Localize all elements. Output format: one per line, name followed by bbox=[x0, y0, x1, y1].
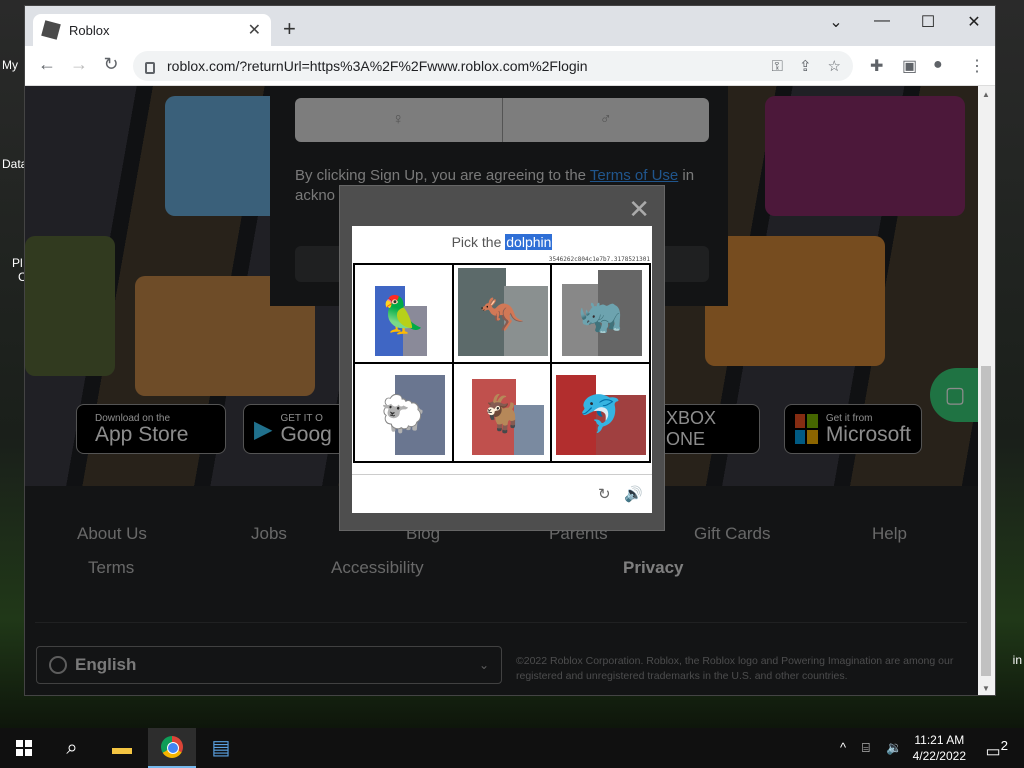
sheep-icon: 🐑 bbox=[380, 393, 426, 435]
captcha-hash: 3546262c804c1e7b7.3178521301 bbox=[548, 256, 650, 263]
address-bar[interactable]: roblox.com/?returnUrl=https%3A%2F%2Fwww.… bbox=[133, 51, 853, 81]
scroll-up-icon[interactable]: ▲ bbox=[982, 90, 990, 99]
captcha-prompt: Pick the dolphin bbox=[352, 234, 652, 250]
captcha-tile-goat[interactable]: 🐐 bbox=[452, 363, 552, 462]
captcha-grid: 🦜 🦘 🦏 🐑 🐐 🐬 bbox=[353, 263, 651, 463]
refresh-icon[interactable]: ↻ bbox=[598, 485, 611, 503]
clock-date: 4/22/2022 bbox=[912, 749, 966, 763]
cockatoo-icon: 🦜 bbox=[380, 294, 426, 336]
extensions-icon[interactable]: ✚ bbox=[870, 56, 883, 76]
captcha-tile-rhino[interactable]: 🦏 bbox=[551, 264, 650, 363]
close-window-button[interactable]: ✕ bbox=[959, 12, 989, 32]
file-explorer-icon[interactable]: ▬ bbox=[108, 734, 136, 762]
reload-button[interactable]: ↻ bbox=[99, 54, 123, 75]
kangaroo-icon: 🦘 bbox=[479, 294, 525, 336]
side-panel-icon[interactable]: ▣ bbox=[902, 56, 917, 76]
close-icon[interactable]: ✕ bbox=[628, 196, 650, 222]
notification-icon[interactable]: ▭2 bbox=[985, 738, 1008, 761]
prompt-prefix: Pick the bbox=[451, 234, 506, 250]
menu-kebab-icon[interactable]: ⋮ bbox=[969, 56, 985, 76]
captcha-tile-dolphin[interactable]: 🐬 bbox=[551, 363, 650, 462]
forward-button[interactable]: → bbox=[67, 54, 91, 75]
tab-roblox[interactable]: Roblox ✕ bbox=[33, 14, 271, 46]
network-icon[interactable]: ⌸ bbox=[862, 740, 870, 756]
tab-close-icon[interactable]: ✕ bbox=[248, 20, 261, 40]
scroll-down-icon[interactable]: ▼ bbox=[982, 684, 990, 693]
share-icon[interactable]: ⇪ bbox=[799, 57, 812, 75]
goat-icon: 🐐 bbox=[479, 393, 525, 435]
key-icon[interactable]: ⚿ bbox=[772, 58, 783, 75]
new-tab-button[interactable]: + bbox=[283, 16, 296, 42]
scrollbar-thumb[interactable] bbox=[981, 366, 991, 676]
maximize-button[interactable]: ☐ bbox=[913, 12, 943, 32]
desktop-label-my: My bbox=[2, 58, 18, 72]
back-button[interactable]: ← bbox=[35, 54, 59, 75]
captcha-tile-kangaroo[interactable]: 🦘 bbox=[452, 264, 552, 363]
page-scrollbar[interactable]: ▲ ▼ bbox=[978, 86, 995, 695]
dolphin-icon: 🐬 bbox=[578, 393, 624, 435]
volume-icon[interactable]: 🔉 bbox=[886, 740, 902, 756]
lock-icon bbox=[145, 62, 155, 74]
notification-count: 2 bbox=[1000, 738, 1008, 753]
chrome-icon[interactable] bbox=[161, 736, 183, 758]
bookmark-star-icon[interactable]: ☆ bbox=[828, 57, 841, 75]
search-icon[interactable]: ⌕ bbox=[58, 734, 86, 762]
tab-bar: Roblox ✕ + ⌄ — ☐ ✕ bbox=[25, 6, 995, 46]
desktop-label-right: in bbox=[1012, 653, 1022, 667]
browser-toolbar: ← → ↻ roblox.com/?returnUrl=https%3A%2F%… bbox=[25, 46, 995, 86]
desktop-label-play: Pl bbox=[12, 256, 23, 270]
control-panel-icon[interactable]: ▤ bbox=[207, 734, 235, 762]
profile-avatar-icon[interactable]: ● bbox=[933, 56, 943, 74]
rhino-icon: 🦏 bbox=[578, 294, 624, 336]
clock-time: 11:21 AM bbox=[914, 733, 965, 747]
prompt-target: dolphin bbox=[505, 234, 553, 250]
tray-chevron-up-icon[interactable]: ^ bbox=[840, 740, 846, 755]
captcha-modal: ✕ Pick the dolphin 3546262c804c1e7b7.317… bbox=[339, 185, 665, 531]
tab-search-icon[interactable]: ⌄ bbox=[821, 12, 851, 32]
captcha-toolbar: ↻ 🔊 bbox=[352, 474, 652, 513]
windows-taskbar: ⌕ ▬ ▤ ^ ⌸ 🔉 11:21 AM 4/22/2022 ▭2 bbox=[0, 728, 1024, 768]
start-button[interactable] bbox=[16, 740, 32, 756]
captcha-panel: Pick the dolphin 3546262c804c1e7b7.31785… bbox=[352, 226, 652, 513]
url-text: roblox.com/?returnUrl=https%3A%2F%2Fwww.… bbox=[167, 58, 588, 74]
captcha-tile-cockatoo[interactable]: 🦜 bbox=[354, 264, 453, 363]
minimize-button[interactable]: — bbox=[867, 12, 897, 30]
tab-title: Roblox bbox=[69, 22, 110, 38]
captcha-tile-sheep[interactable]: 🐑 bbox=[354, 363, 453, 462]
roblox-favicon-icon bbox=[41, 20, 61, 40]
audio-icon[interactable]: 🔊 bbox=[624, 485, 643, 503]
system-clock[interactable]: 11:21 AM 4/22/2022 bbox=[913, 732, 966, 764]
